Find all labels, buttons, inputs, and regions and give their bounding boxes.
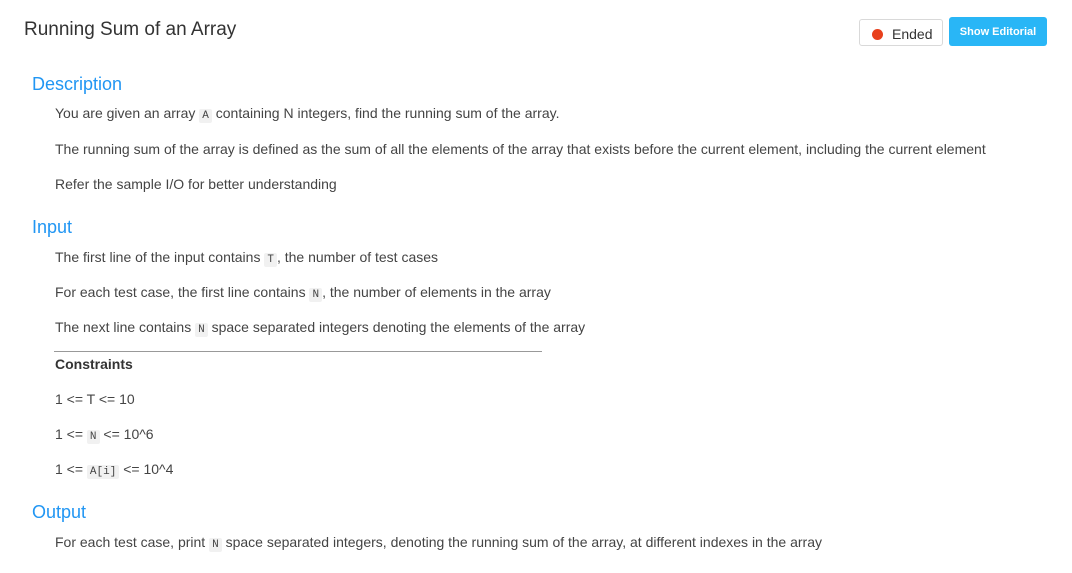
description-heading: Description — [32, 74, 123, 94]
text: 1 <= — [55, 461, 84, 477]
inline-code: N — [86, 430, 100, 444]
text: containing N integers, find the running … — [215, 105, 560, 121]
description-paragraph-2: The running sum of the array is defined … — [55, 141, 986, 157]
inline-code: A — [199, 109, 212, 123]
inline-code: T — [264, 253, 277, 267]
text: <= 10^6 — [103, 426, 154, 442]
status-dot-icon — [872, 29, 883, 40]
inline-code: N — [209, 538, 222, 552]
divider — [54, 351, 542, 352]
text: , the number of test cases — [276, 249, 439, 265]
status-badge: Ended — [859, 19, 943, 46]
constraint-1: 1 <= T <= 10 — [55, 391, 135, 407]
input-paragraph-3: The next line contains N space separated… — [55, 319, 586, 337]
description-paragraph-1: You are given an array A containing N in… — [55, 105, 560, 123]
show-editorial-button[interactable]: Show Editorial — [949, 17, 1047, 46]
problem-title: Running Sum of an Array — [24, 19, 237, 40]
text: The first line of the input contains — [55, 249, 261, 265]
text: space separated integers denoting the el… — [211, 319, 586, 335]
constraint-2: 1 <= N <= 10^6 — [55, 426, 154, 444]
text: 1 <= — [55, 426, 84, 442]
inline-code: N — [195, 323, 208, 337]
text: The next line contains — [55, 319, 192, 335]
inline-code: N — [309, 288, 323, 302]
constraint-3: 1 <= A[i] <= 10^4 — [55, 461, 174, 479]
description-paragraph-3: Refer the sample I/O for better understa… — [55, 176, 337, 192]
text: For each test case, the first line conta… — [55, 284, 306, 300]
input-paragraph-2: For each test case, the first line conta… — [55, 284, 551, 302]
output-heading: Output — [32, 502, 87, 522]
output-paragraph-1: For each test case, print N space separa… — [55, 534, 822, 552]
inline-code: A[i] — [86, 465, 120, 479]
problem-header: Running Sum of an Array Ended Show Edito… — [0, 0, 1072, 62]
status-label: Ended — [892, 26, 933, 42]
input-heading: Input — [32, 217, 73, 237]
text: space separated integers, denoting the r… — [225, 534, 822, 550]
text: , the number of elements in the array — [322, 284, 551, 300]
text: <= 10^4 — [123, 461, 174, 477]
input-paragraph-1: The first line of the input contains T, … — [55, 249, 439, 267]
text: For each test case, print — [55, 534, 206, 550]
text: You are given an array — [55, 105, 196, 121]
constraints-heading: Constraints — [55, 356, 133, 372]
